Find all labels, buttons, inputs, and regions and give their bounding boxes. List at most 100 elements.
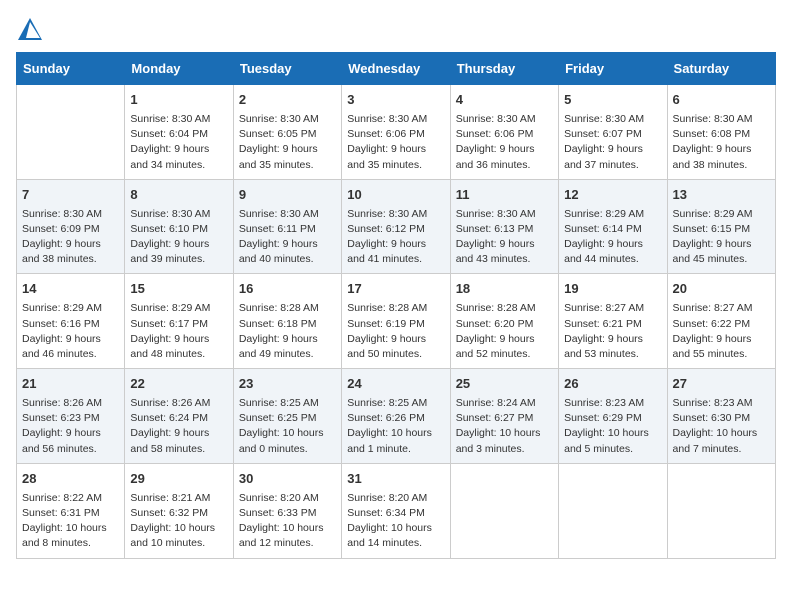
calendar-cell (450, 463, 558, 558)
day-info: Sunrise: 8:25 AMSunset: 6:25 PMDaylight:… (239, 396, 336, 457)
day-number: 10 (347, 186, 444, 205)
day-info: Sunrise: 8:22 AMSunset: 6:31 PMDaylight:… (22, 491, 119, 552)
calendar-cell (667, 463, 775, 558)
day-number: 11 (456, 186, 553, 205)
day-number: 6 (673, 91, 770, 110)
day-number: 27 (673, 375, 770, 394)
day-number: 18 (456, 280, 553, 299)
day-number: 19 (564, 280, 661, 299)
day-number: 28 (22, 470, 119, 489)
calendar-cell: 31 Sunrise: 8:20 AMSunset: 6:34 PMDayligh… (342, 463, 450, 558)
day-number: 9 (239, 186, 336, 205)
day-number: 26 (564, 375, 661, 394)
calendar-cell: 27 Sunrise: 8:23 AMSunset: 6:30 PMDayligh… (667, 369, 775, 464)
day-number: 2 (239, 91, 336, 110)
calendar-cell (17, 85, 125, 180)
day-info: Sunrise: 8:27 AMSunset: 6:21 PMDaylight:… (564, 301, 661, 362)
day-info: Sunrise: 8:20 AMSunset: 6:33 PMDaylight:… (239, 491, 336, 552)
header-day-tuesday: Tuesday (233, 53, 341, 85)
day-number: 21 (22, 375, 119, 394)
day-info: Sunrise: 8:23 AMSunset: 6:29 PMDaylight:… (564, 396, 661, 457)
header-day-monday: Monday (125, 53, 233, 85)
calendar-cell (559, 463, 667, 558)
day-number: 22 (130, 375, 227, 394)
calendar-cell: 4Sunrise: 8:30 AMSunset: 6:06 PMDaylight… (450, 85, 558, 180)
day-info: Sunrise: 8:30 AMSunset: 6:10 PMDaylight:… (130, 207, 227, 268)
calendar-cell: 10 Sunrise: 8:30 AMSunset: 6:12 PMDayligh… (342, 179, 450, 274)
week-row-3: 14 Sunrise: 8:29 AMSunset: 6:16 PMDayligh… (17, 274, 776, 369)
day-number: 13 (673, 186, 770, 205)
header-day-saturday: Saturday (667, 53, 775, 85)
day-number: 29 (130, 470, 227, 489)
day-number: 1 (130, 91, 227, 110)
calendar-cell: 2 Sunrise: 8:30 AMSunset: 6:05 PMDaylight… (233, 85, 341, 180)
day-info: Sunrise: 8:30 AMSunset: 6:08 PMDaylight:… (673, 112, 770, 173)
day-info: Sunrise: 8:29 AMSunset: 6:16 PMDaylight:… (22, 301, 119, 362)
day-info: Sunrise: 8:30 AMSunset: 6:13 PMDaylight:… (456, 207, 553, 268)
day-number: 30 (239, 470, 336, 489)
day-info: Sunrise: 8:28 AMSunset: 6:18 PMDaylight:… (239, 301, 336, 362)
day-info: Sunrise: 8:30 AMSunset: 6:06 PMDaylight:… (456, 112, 553, 173)
calendar-cell: 22Sunrise: 8:26 AMSunset: 6:24 PMDayligh… (125, 369, 233, 464)
header-day-friday: Friday (559, 53, 667, 85)
calendar-cell: 12 Sunrise: 8:29 AMSunset: 6:14 PMDayligh… (559, 179, 667, 274)
week-row-1: 1 Sunrise: 8:30 AMSunset: 6:04 PMDaylight… (17, 85, 776, 180)
page-header (16, 16, 776, 44)
day-info: Sunrise: 8:24 AMSunset: 6:27 PMDaylight:… (456, 396, 553, 457)
calendar-cell: 3Sunrise: 8:30 AMSunset: 6:06 PMDaylight… (342, 85, 450, 180)
day-info: Sunrise: 8:29 AMSunset: 6:15 PMDaylight:… (673, 207, 770, 268)
day-number: 24 (347, 375, 444, 394)
calendar-cell: 13 Sunrise: 8:29 AMSunset: 6:15 PMDayligh… (667, 179, 775, 274)
day-number: 23 (239, 375, 336, 394)
calendar-cell: 20 Sunrise: 8:27 AMSunset: 6:22 PMDayligh… (667, 274, 775, 369)
day-number: 14 (22, 280, 119, 299)
calendar-cell: 18 Sunrise: 8:28 AMSunset: 6:20 PMDayligh… (450, 274, 558, 369)
day-info: Sunrise: 8:28 AMSunset: 6:20 PMDaylight:… (456, 301, 553, 362)
day-number: 12 (564, 186, 661, 205)
calendar-cell: 15 Sunrise: 8:29 AMSunset: 6:17 PMDayligh… (125, 274, 233, 369)
day-info: Sunrise: 8:30 AMSunset: 6:11 PMDaylight:… (239, 207, 336, 268)
day-info: Sunrise: 8:21 AMSunset: 6:32 PMDaylight:… (130, 491, 227, 552)
calendar-cell: 30 Sunrise: 8:20 AMSunset: 6:33 PMDayligh… (233, 463, 341, 558)
week-row-2: 7 Sunrise: 8:30 AMSunset: 6:09 PMDaylight… (17, 179, 776, 274)
day-info: Sunrise: 8:30 AMSunset: 6:12 PMDaylight:… (347, 207, 444, 268)
day-info: Sunrise: 8:26 AMSunset: 6:23 PMDaylight:… (22, 396, 119, 457)
day-info: Sunrise: 8:30 AMSunset: 6:06 PMDaylight:… (347, 112, 444, 173)
calendar-header: SundayMondayTuesdayWednesdayThursdayFrid… (17, 53, 776, 85)
day-number: 15 (130, 280, 227, 299)
header-day-wednesday: Wednesday (342, 53, 450, 85)
calendar-cell: 19 Sunrise: 8:27 AMSunset: 6:21 PMDayligh… (559, 274, 667, 369)
calendar-cell: 14 Sunrise: 8:29 AMSunset: 6:16 PMDayligh… (17, 274, 125, 369)
logo-icon (16, 16, 44, 44)
day-info: Sunrise: 8:20 AMSunset: 6:34 PMDaylight:… (347, 491, 444, 552)
calendar-cell: 9 Sunrise: 8:30 AMSunset: 6:11 PMDaylight… (233, 179, 341, 274)
header-day-thursday: Thursday (450, 53, 558, 85)
calendar-cell: 29 Sunrise: 8:21 AMSunset: 6:32 PMDayligh… (125, 463, 233, 558)
calendar-cell: 8Sunrise: 8:30 AMSunset: 6:10 PMDaylight… (125, 179, 233, 274)
day-info: Sunrise: 8:30 AMSunset: 6:05 PMDaylight:… (239, 112, 336, 173)
day-info: Sunrise: 8:30 AMSunset: 6:04 PMDaylight:… (130, 112, 227, 173)
day-info: Sunrise: 8:30 AMSunset: 6:07 PMDaylight:… (564, 112, 661, 173)
day-number: 7 (22, 186, 119, 205)
day-info: Sunrise: 8:29 AMSunset: 6:17 PMDaylight:… (130, 301, 227, 362)
calendar-cell: 5Sunrise: 8:30 AMSunset: 6:07 PMDaylight… (559, 85, 667, 180)
header-day-sunday: Sunday (17, 53, 125, 85)
day-number: 16 (239, 280, 336, 299)
day-info: Sunrise: 8:29 AMSunset: 6:14 PMDaylight:… (564, 207, 661, 268)
calendar-cell: 24Sunrise: 8:25 AMSunset: 6:26 PMDayligh… (342, 369, 450, 464)
day-number: 31 (347, 470, 444, 489)
day-info: Sunrise: 8:28 AMSunset: 6:19 PMDaylight:… (347, 301, 444, 362)
week-row-5: 28 Sunrise: 8:22 AMSunset: 6:31 PMDayligh… (17, 463, 776, 558)
calendar-cell: 7 Sunrise: 8:30 AMSunset: 6:09 PMDaylight… (17, 179, 125, 274)
day-number: 20 (673, 280, 770, 299)
logo (16, 16, 48, 44)
day-info: Sunrise: 8:27 AMSunset: 6:22 PMDaylight:… (673, 301, 770, 362)
calendar-cell: 23 Sunrise: 8:25 AMSunset: 6:25 PMDayligh… (233, 369, 341, 464)
week-row-4: 21 Sunrise: 8:26 AMSunset: 6:23 PMDayligh… (17, 369, 776, 464)
calendar-cell: 1 Sunrise: 8:30 AMSunset: 6:04 PMDaylight… (125, 85, 233, 180)
calendar-cell: 6 Sunrise: 8:30 AMSunset: 6:08 PMDaylight… (667, 85, 775, 180)
calendar-cell: 25Sunrise: 8:24 AMSunset: 6:27 PMDayligh… (450, 369, 558, 464)
calendar-body: 1 Sunrise: 8:30 AMSunset: 6:04 PMDaylight… (17, 85, 776, 559)
day-info: Sunrise: 8:30 AMSunset: 6:09 PMDaylight:… (22, 207, 119, 268)
day-info: Sunrise: 8:23 AMSunset: 6:30 PMDaylight:… (673, 396, 770, 457)
